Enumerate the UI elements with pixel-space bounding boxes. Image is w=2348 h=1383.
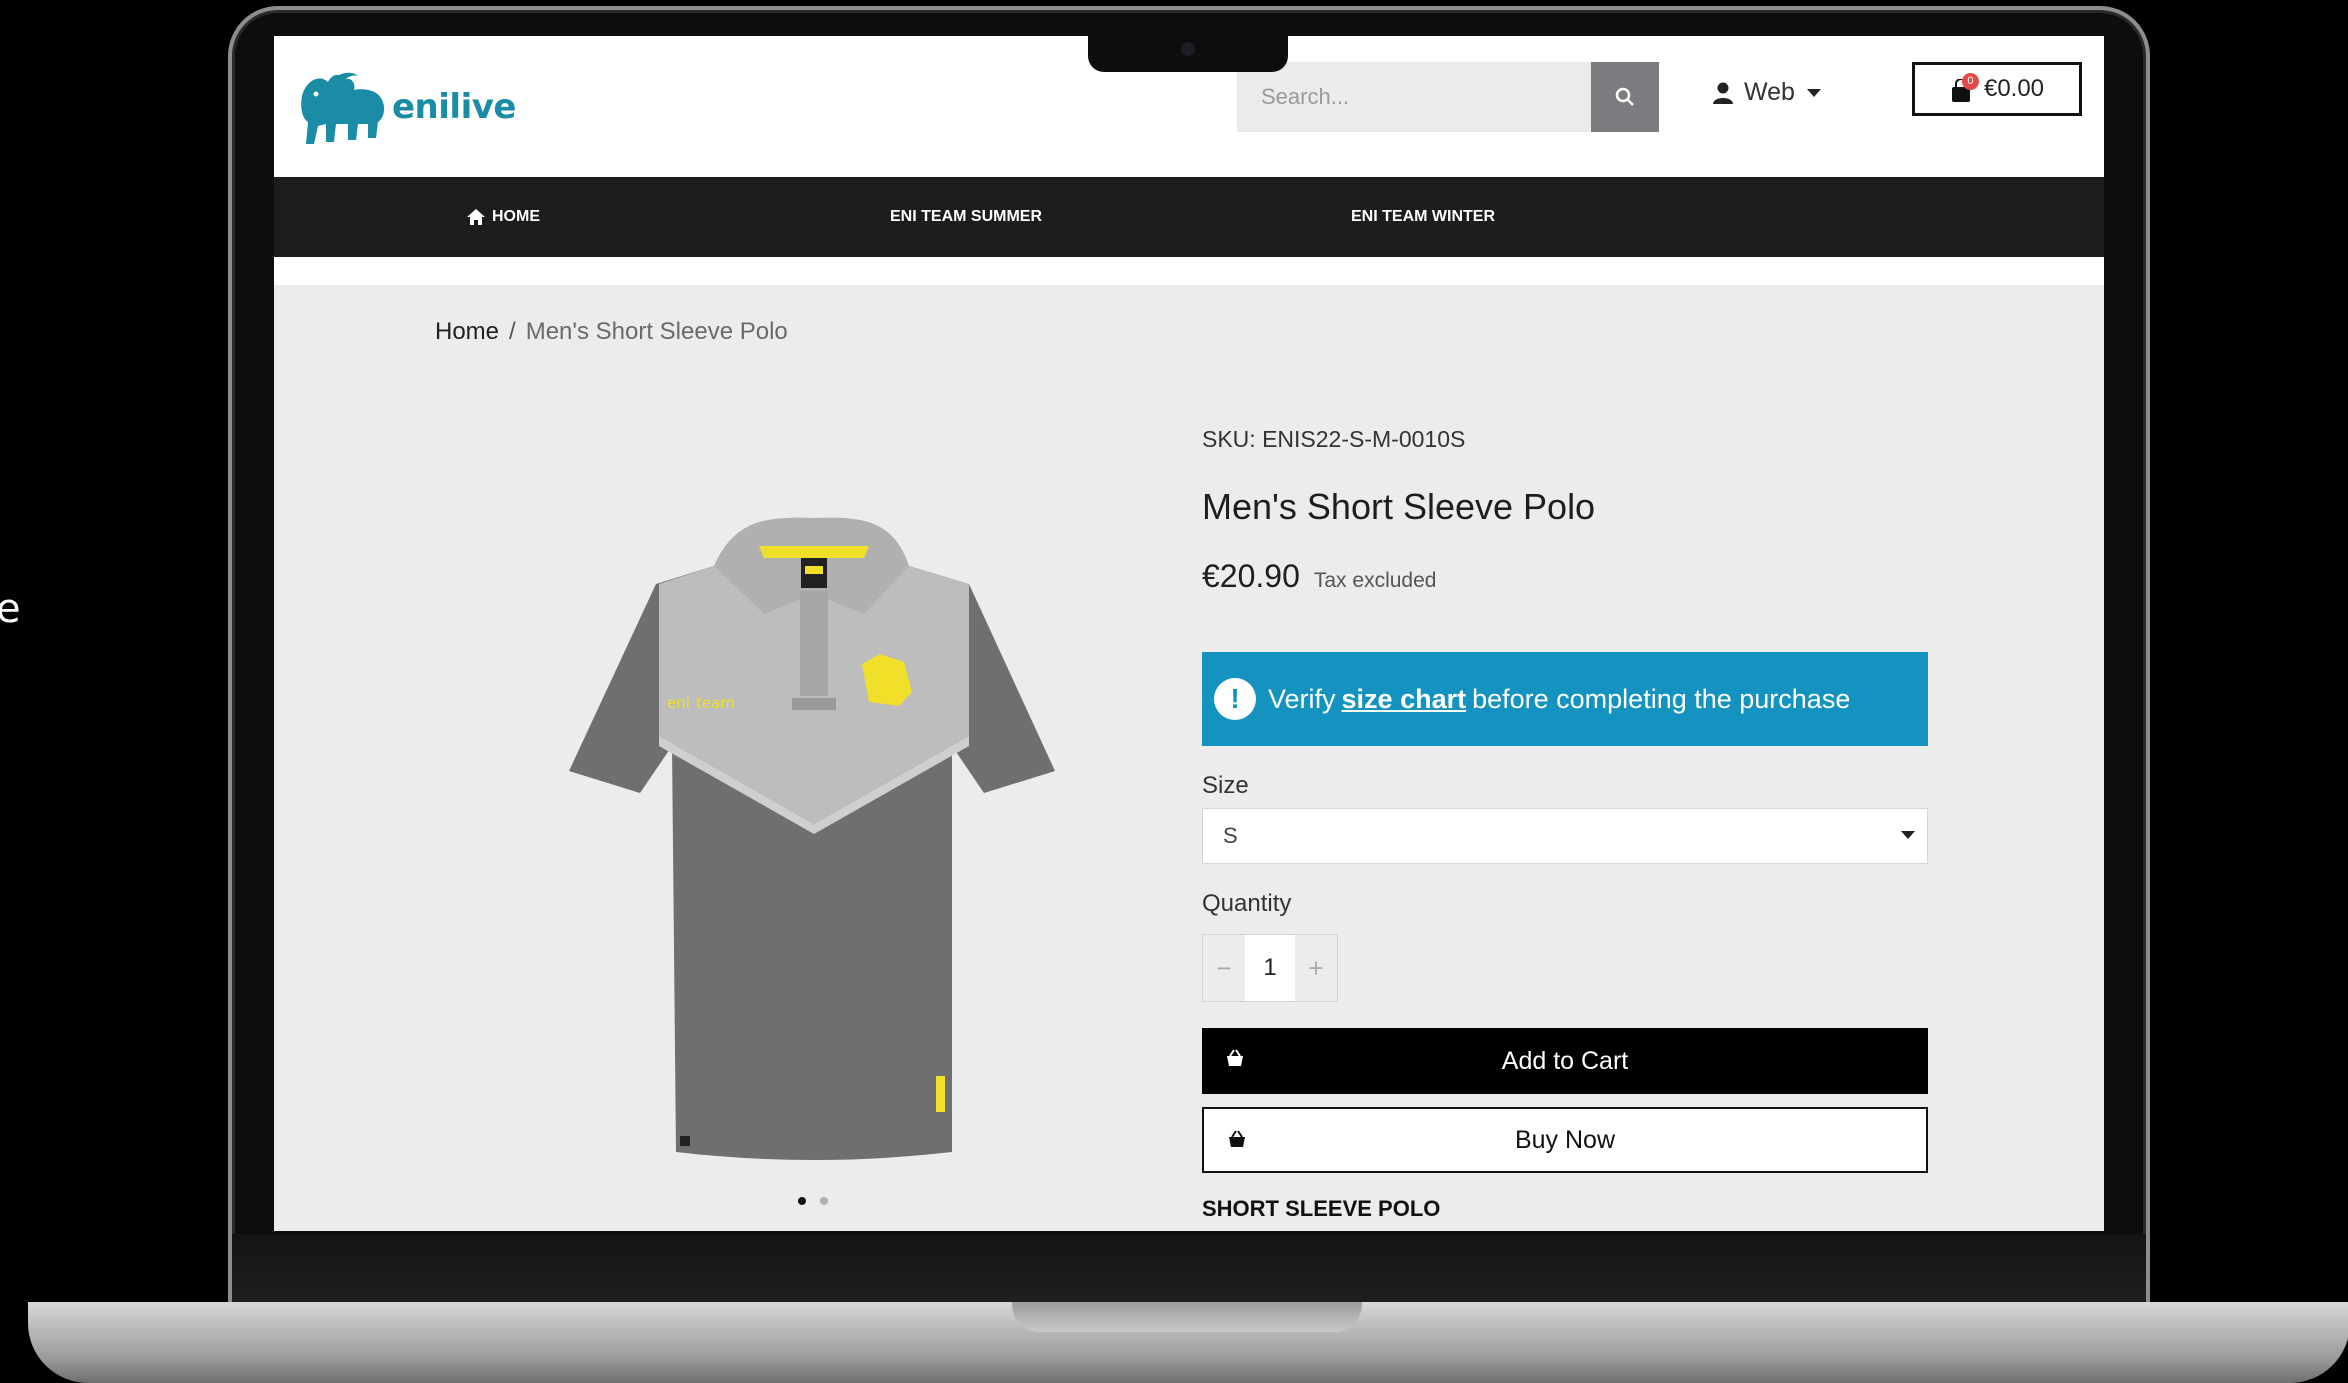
search-button[interactable] [1591, 62, 1659, 132]
nav-divider [274, 257, 2104, 285]
nav-item-eni-team-summer[interactable]: ENI TEAM SUMMER [890, 177, 1042, 257]
laptop-bezel-bottom [232, 1234, 2146, 1304]
buy-now-button[interactable]: Buy Now [1202, 1107, 1928, 1173]
add-to-cart-button[interactable]: Add to Cart [1202, 1028, 1928, 1094]
search-icon [1615, 87, 1634, 106]
laptop-base-notch [1012, 1302, 1362, 1332]
nav-item-label: ENI TEAM SUMMER [890, 208, 1042, 225]
image-carousel-dots [798, 1197, 828, 1205]
home-icon [467, 209, 485, 225]
breadcrumb-current: Men's Short Sleeve Polo [525, 318, 788, 345]
exclamation-icon: ! [1214, 678, 1256, 720]
brand-name: enilive [392, 87, 516, 127]
camera-lens [1181, 42, 1195, 56]
svg-text:team: team [696, 694, 735, 712]
nav-item-label: ENI TEAM WINTER [1351, 208, 1495, 225]
main-navigation: HOME ENI TEAM SUMMER ENI TEAM WINTER [274, 177, 2104, 257]
size-chart-link[interactable]: size chart [1342, 684, 1467, 715]
chevron-down-icon [1901, 831, 1915, 839]
basket-icon [1229, 1130, 1245, 1147]
size-select-value: S [1223, 823, 1238, 848]
tax-note: Tax excluded [1313, 569, 1437, 592]
carousel-dot[interactable] [820, 1197, 828, 1205]
dog-logo-icon [301, 72, 385, 144]
breadcrumb: Home / Men's Short Sleeve Polo [435, 318, 788, 346]
basket-icon [1227, 1049, 1243, 1066]
quantity-decrement-button[interactable]: − [1203, 935, 1245, 1001]
search-input[interactable]: Search... [1237, 62, 1591, 132]
quantity-input[interactable]: 1 [1245, 935, 1295, 1001]
product-price: €20.90 [1202, 558, 1300, 594]
product-sku: SKU: ENIS22-S-M-0010S [1202, 426, 1466, 452]
breadcrumb-separator: / [509, 318, 516, 345]
price-row: €20.90 Tax excluded [1202, 558, 1436, 595]
cart-total: €0.00 [1983, 75, 2045, 102]
description-heading: SHORT SLEEVE POLO [1202, 1196, 1441, 1221]
cart-button[interactable]: 0 €0.00 [1912, 62, 2082, 116]
carousel-dot[interactable] [798, 1197, 806, 1205]
add-to-cart-label: Add to Cart [1501, 1046, 1629, 1075]
polo-shirt-image: eni team [569, 517, 1055, 1160]
account-label: Web [1744, 78, 1795, 106]
user-icon [1713, 82, 1733, 104]
laptop-screen: enilive Search... Web 0 €0.00 HOME ENI T… [274, 36, 2104, 1231]
account-menu[interactable]: Web [1712, 78, 1821, 107]
breadcrumb-home[interactable]: Home [435, 318, 499, 345]
nav-item-eni-team-winter[interactable]: ENI TEAM WINTER [1351, 177, 1495, 257]
brand-logo[interactable]: enilive [296, 66, 516, 148]
quantity-label: Quantity [1202, 890, 1292, 917]
alert-prefix: Verify [1268, 683, 1336, 714]
svg-text:eni: eni [667, 694, 690, 712]
backdrop-text-fragment: e [0, 586, 21, 632]
nav-item-label: HOME [492, 208, 540, 225]
product-title: Men's Short Sleeve Polo [1202, 486, 1596, 527]
buy-now-label: Buy Now [1514, 1125, 1616, 1154]
cart-count-badge: 0 [1961, 73, 1979, 90]
chevron-down-icon [1806, 88, 1821, 97]
alert-suffix: before completing the purchase [1472, 683, 1851, 714]
cart-bag: 0 [1950, 73, 1979, 103]
size-chart-alert: ! Verify size chart before completing th… [1202, 652, 1928, 746]
size-label: Size [1202, 772, 1249, 799]
product-image[interactable]: eni team [564, 466, 1064, 1171]
nav-item-home[interactable]: HOME [466, 177, 540, 257]
quantity-stepper: − 1 + [1202, 934, 1338, 1002]
quantity-increment-button[interactable]: + [1295, 935, 1337, 1001]
size-select[interactable]: S [1202, 808, 1928, 864]
